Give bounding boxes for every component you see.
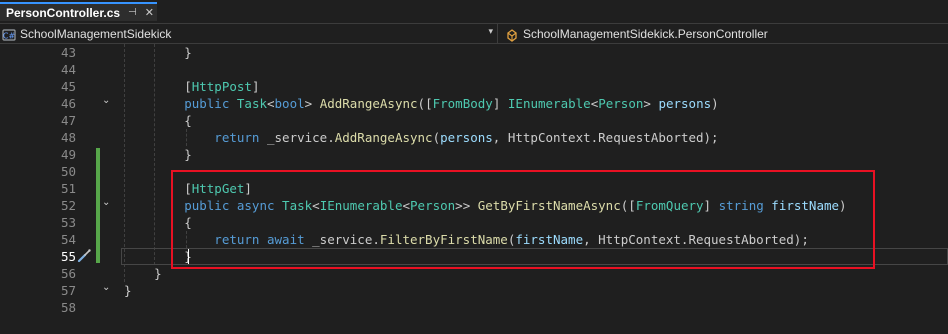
fold-chevron-icon[interactable]: ⌄ (102, 194, 110, 211)
class-icon (505, 27, 519, 42)
code-token: , HttpContext.RequestAborted); (492, 130, 719, 145)
code-token: Person (598, 96, 644, 111)
line-number: 53 (60, 215, 76, 230)
document-tab-bar: PersonController.cs ⊣ ✕ (0, 0, 948, 23)
close-icon[interactable]: ✕ (145, 6, 154, 19)
code-token: bool (274, 96, 305, 111)
pin-icon[interactable]: ⊣ (128, 7, 137, 18)
code-token: } (124, 283, 132, 298)
code-text: [HttpPost] (124, 78, 259, 95)
class-dropdown[interactable]: SchoolManagementSidekick.PersonControlle… (505, 24, 948, 43)
line-number: 50 (60, 164, 76, 179)
navigation-bar: C# SchoolManagementSidekick ▾ SchoolMana… (0, 23, 948, 44)
project-dropdown[interactable]: C# SchoolManagementSidekick ▾ (2, 24, 498, 43)
code-text: } (124, 44, 192, 61)
code-token: } (124, 266, 162, 281)
tab-title: PersonController.cs (6, 5, 121, 20)
code-token: persons (440, 130, 493, 145)
code-line: 46 ⌄ public Task<bool> AddRangeAsync([Fro… (0, 95, 948, 112)
code-text: } (124, 282, 132, 299)
tab-person-controller[interactable]: PersonController.cs ⊣ ✕ (0, 2, 157, 21)
line-number: 52 (60, 198, 76, 213)
screwdriver-icon[interactable] (76, 248, 92, 264)
code-token: public (124, 96, 237, 111)
code-token: > (643, 96, 659, 111)
line-number: 48 (60, 130, 76, 145)
code-text: } (124, 265, 162, 282)
line-number: 45 (60, 79, 76, 94)
code-token: < (267, 96, 275, 111)
code-line: 45 [HttpPost] (0, 78, 948, 95)
line-number: 58 (60, 300, 76, 315)
code-token: _service. (267, 130, 335, 145)
fold-chevron-icon[interactable]: ⌄ (102, 279, 110, 296)
code-line: 57 ⌄} (0, 282, 948, 299)
line-number: 56 (60, 266, 76, 281)
code-token: { (124, 113, 192, 128)
code-token: } (124, 147, 192, 162)
line-number: 44 (60, 62, 76, 77)
code-line: 47 { (0, 112, 948, 129)
change-indicator-bar (96, 148, 100, 263)
code-token: } (124, 45, 192, 60)
line-number: 47 (60, 113, 76, 128)
chevron-down-icon[interactable]: ▾ (488, 27, 493, 37)
code-text: public Task<bool> AddRangeAsync([FromBod… (124, 95, 719, 112)
code-line: 49 } (0, 146, 948, 163)
code-token: IEnumerable (507, 96, 591, 111)
code-line: 58 (0, 299, 948, 316)
line-number: 49 (60, 147, 76, 162)
code-editor[interactable]: 43 } 44 45 [HttpPost] 46 ⌄ public Task<bool>… (0, 44, 948, 334)
code-text: { (124, 112, 192, 129)
csharp-project-icon: C# (2, 27, 16, 41)
code-token: ] (251, 79, 260, 94)
code-token: ( (432, 130, 441, 145)
annotation-highlight-box (171, 170, 875, 269)
line-number: 51 (60, 181, 76, 196)
code-token: AddRangeAsync (319, 96, 418, 111)
code-token: ) (711, 96, 719, 111)
code-token: ] (492, 96, 508, 111)
project-name: SchoolManagementSidekick (20, 26, 172, 41)
line-number: 43 (60, 45, 76, 60)
code-line: 44 (0, 61, 948, 78)
code-line: 48 return _service.AddRangeAsync(persons… (0, 129, 948, 146)
code-token: > (304, 96, 320, 111)
code-text: return _service.AddRangeAsync(persons, H… (124, 129, 719, 146)
code-token: ([ (417, 96, 433, 111)
fold-chevron-icon[interactable]: ⌄ (102, 92, 110, 109)
code-token: [ (124, 79, 192, 94)
code-token: HttpPost (191, 79, 252, 94)
class-name: SchoolManagementSidekick.PersonControlle… (523, 26, 768, 41)
code-token: persons (658, 96, 712, 111)
svg-text:C#: C# (3, 31, 16, 40)
code-token: AddRangeAsync (334, 130, 433, 145)
code-text: } (124, 146, 192, 163)
code-line: 43 } (0, 44, 948, 61)
code-token: Task (236, 96, 267, 111)
line-number: 54 (60, 232, 76, 247)
line-number: 55 (60, 249, 76, 264)
code-token: return (124, 130, 267, 145)
line-number: 46 (60, 96, 76, 111)
line-number: 57 (60, 283, 76, 298)
code-token: FromBody (432, 96, 493, 111)
